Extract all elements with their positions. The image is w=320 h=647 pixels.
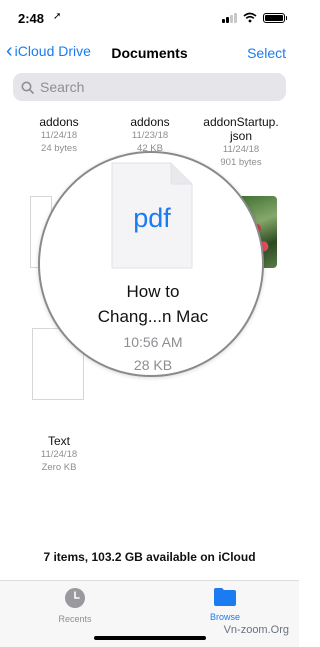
file-date: 11/24/18 bbox=[40, 449, 78, 460]
watermark-text: Vn-zoom.Org bbox=[223, 624, 289, 636]
pdf-icon-label: pdf bbox=[133, 203, 171, 233]
battery-icon bbox=[263, 12, 287, 23]
file-name-line2: Chang...n Mac bbox=[97, 307, 209, 326]
wifi-icon bbox=[243, 12, 257, 23]
status-time: 2:48 bbox=[18, 11, 45, 26]
file-name-line1: addonStartup. bbox=[203, 115, 279, 129]
search-icon bbox=[21, 81, 34, 94]
file-item[interactable]: addons 11/24/18 24 bytes bbox=[14, 115, 104, 155]
back-label: iCloud Drive bbox=[14, 43, 91, 59]
file-size: Zero KB bbox=[41, 462, 77, 473]
file-name: addons bbox=[39, 115, 79, 129]
tab-browse[interactable]: Browse bbox=[185, 587, 265, 622]
chevron-left-icon: ‹ bbox=[6, 40, 13, 62]
file-date: 11/24/18 bbox=[40, 130, 78, 141]
storage-info: 7 items, 103.2 GB available on iCloud bbox=[43, 550, 256, 564]
select-button[interactable]: Select bbox=[247, 45, 286, 61]
search-field[interactable]: Search bbox=[13, 73, 286, 101]
folder-icon bbox=[214, 588, 236, 606]
file-size: 24 bytes bbox=[41, 143, 77, 154]
tab-label: Browse bbox=[209, 612, 240, 622]
file-name-line2: json bbox=[229, 129, 252, 143]
file-item[interactable]: addons 11/23/18 42 KB bbox=[105, 115, 195, 155]
location-icon: ➚ bbox=[53, 11, 62, 22]
file-name: Text bbox=[47, 434, 70, 448]
tab-label: Recents bbox=[58, 614, 92, 624]
search-placeholder: Search bbox=[40, 79, 85, 95]
status-bar: 2:48 ➚ bbox=[0, 0, 299, 36]
file-item[interactable]: Text 11/24/18 Zero KB bbox=[14, 434, 104, 474]
file-date: 11/23/18 bbox=[131, 130, 169, 141]
tab-recents[interactable]: Recents bbox=[35, 587, 115, 624]
navigation-bar: ‹ iCloud Drive Documents Select bbox=[0, 36, 299, 70]
file-date: 11/24/18 bbox=[222, 144, 260, 155]
file-name: addons bbox=[130, 115, 170, 129]
file-name-line1: How to bbox=[126, 282, 180, 301]
file-item[interactable]: addonStartup. json 11/24/18 901 bytes bbox=[196, 115, 286, 169]
signal-icon bbox=[222, 12, 237, 23]
clock-icon bbox=[65, 588, 85, 608]
file-size: 28 KB bbox=[133, 357, 173, 373]
back-button[interactable]: ‹ iCloud Drive bbox=[6, 40, 91, 62]
status-icons bbox=[222, 12, 287, 23]
magnifier-lens: pdf How to Chang...n Mac 10:56 AM 28 KB bbox=[38, 151, 264, 377]
home-indicator[interactable] bbox=[94, 636, 206, 640]
file-time: 10:56 AM bbox=[123, 334, 183, 350]
